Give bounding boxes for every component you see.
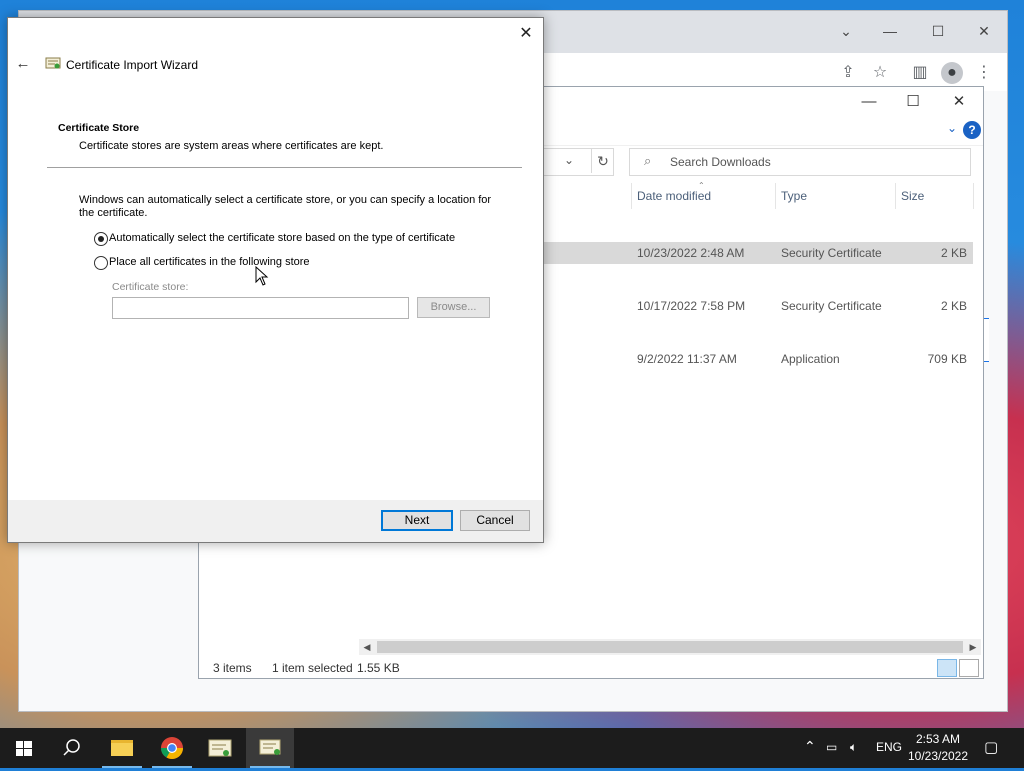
tab-search-icon[interactable]: ⌄	[831, 19, 861, 43]
section-description: Certificate stores are system areas wher…	[79, 140, 384, 152]
row-type: Application	[781, 352, 840, 366]
chrome-icon	[161, 737, 183, 759]
search-icon	[63, 739, 80, 756]
details-view-icon[interactable]	[937, 659, 957, 677]
maximize-icon[interactable]: ☐	[891, 90, 935, 114]
show-hidden-icons-icon[interactable]: ⌃	[804, 738, 816, 755]
notifications-icon[interactable]: ▢	[984, 738, 998, 756]
certificate-icon	[45, 57, 61, 69]
status-item-count: 3 items	[213, 661, 252, 675]
mouse-cursor-icon	[255, 266, 269, 286]
import-wizard-taskbar-button[interactable]	[246, 728, 294, 768]
row-size: 2 KB	[940, 246, 967, 260]
search-icon: ⌕	[644, 153, 652, 168]
certificate-store-label: Certificate store:	[112, 281, 189, 293]
taskbar: ⌃ ▭ 🔈︎ ENG 2:53 AM 10/23/2022 ▢	[0, 728, 1024, 768]
row-type: Security Certificate	[781, 246, 882, 260]
section-heading: Certificate Store	[58, 122, 140, 134]
ribbon-expand-icon[interactable]: ⌄	[947, 121, 957, 135]
search-button[interactable]	[48, 728, 96, 768]
status-selected: 1 item selected	[272, 661, 353, 675]
row-date: 9/2/2022 11:37 AM	[637, 352, 737, 366]
close-icon[interactable]: ✕	[969, 19, 999, 43]
certificate-store-field	[112, 297, 409, 319]
row-size: 709 KB	[927, 352, 967, 366]
status-bar: 3 items 1 item selected 1.55 KB	[199, 657, 983, 678]
search-placeholder: Search Downloads	[670, 155, 771, 169]
help-icon[interactable]: ?	[963, 121, 981, 139]
browse-button: Browse...	[417, 297, 490, 318]
close-icon[interactable]: ✕	[937, 90, 981, 114]
clock-date: 10/23/2022	[907, 749, 969, 763]
bookmark-star-icon[interactable]: ☆	[869, 62, 891, 84]
share-icon[interactable]: ⇪	[837, 62, 859, 84]
row-date: 10/23/2022 2:48 AM	[637, 246, 745, 260]
certificate-manager-taskbar-button[interactable]	[196, 728, 244, 768]
column-date-modified[interactable]: Date modified	[637, 189, 711, 203]
column-size[interactable]: Size	[901, 189, 924, 203]
wizard-footer: Next Cancel	[8, 500, 543, 542]
divider	[47, 167, 522, 168]
folder-icon	[111, 740, 133, 756]
minimize-icon[interactable]: —	[875, 19, 905, 43]
radio-auto-select[interactable]	[94, 232, 108, 246]
close-icon[interactable]: ✕	[515, 23, 537, 45]
certificate-wizard-icon	[259, 739, 281, 755]
file-explorer-taskbar-button[interactable]	[98, 728, 146, 768]
horizontal-scrollbar[interactable]: ◀ ▶	[359, 639, 981, 655]
navigation-pane	[199, 541, 359, 647]
row-size: 2 KB	[940, 299, 967, 313]
network-icon[interactable]: ▭	[826, 740, 837, 754]
chrome-taskbar-button[interactable]	[148, 728, 196, 768]
windows-logo-icon	[16, 741, 32, 756]
radio-auto-select-label[interactable]: Automatically select the certificate sto…	[109, 232, 455, 244]
side-panel-icon[interactable]: ▥	[909, 62, 931, 84]
scrollbar-thumb[interactable]	[377, 641, 963, 653]
certificate-import-wizard: ✕ ← Certificate Import Wizard Certificat…	[7, 17, 544, 543]
large-icons-view-icon[interactable]	[959, 659, 979, 677]
start-button[interactable]	[0, 728, 48, 768]
radio-place-in-store[interactable]	[94, 256, 108, 270]
refresh-icon[interactable]: ↻	[591, 149, 614, 173]
volume-icon[interactable]: 🔈︎	[850, 740, 857, 755]
language-indicator[interactable]: ENG	[876, 740, 902, 754]
row-date: 10/17/2022 7:58 PM	[637, 299, 746, 313]
back-arrow-icon[interactable]: ←	[14, 55, 32, 73]
column-type[interactable]: Type	[781, 189, 807, 203]
scroll-left-icon[interactable]: ◀	[359, 639, 375, 655]
certificate-icon	[208, 739, 232, 757]
cancel-button[interactable]: Cancel	[460, 510, 530, 531]
wizard-title: Certificate Import Wizard	[66, 58, 199, 72]
address-dropdown-icon[interactable]: ⌄	[564, 153, 574, 167]
column-separator	[775, 183, 776, 209]
menu-kebab-icon[interactable]: ⋮	[973, 62, 995, 84]
next-button[interactable]: Next	[381, 510, 453, 531]
minimize-icon[interactable]: —	[847, 90, 891, 114]
maximize-icon[interactable]: ☐	[923, 19, 953, 43]
search-input[interactable]: ⌕ Search Downloads	[629, 148, 971, 176]
clock-time: 2:53 AM	[915, 732, 961, 746]
scroll-right-icon[interactable]: ▶	[965, 639, 981, 655]
column-separator	[895, 183, 896, 209]
profile-avatar-icon[interactable]: ●	[941, 62, 963, 84]
status-size: 1.55 KB	[357, 661, 400, 675]
column-separator	[631, 183, 632, 209]
intro-text: Windows can automatically select a certi…	[79, 194, 492, 219]
radio-place-in-store-label[interactable]: Place all certificates in the following …	[109, 256, 310, 268]
clock[interactable]: 2:53 AM 10/23/2022	[902, 731, 974, 765]
column-separator	[973, 183, 974, 209]
row-type: Security Certificate	[781, 299, 882, 313]
